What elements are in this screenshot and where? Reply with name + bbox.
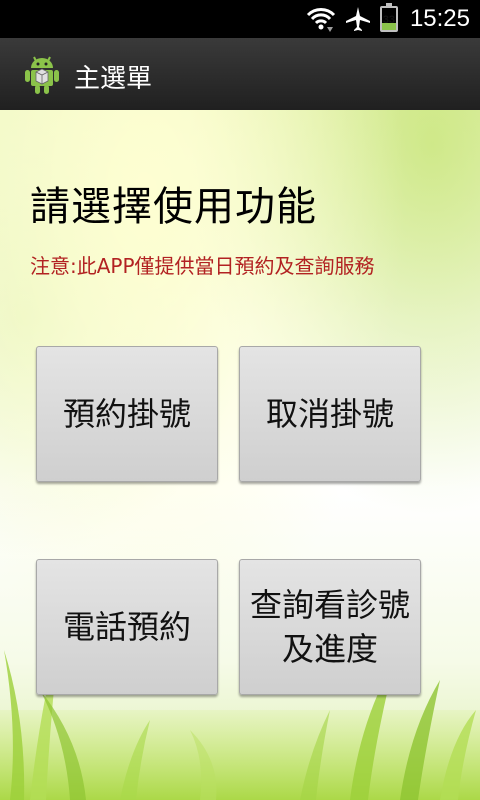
cancel-appointment-button[interactable]: 取消掛號 <box>239 346 421 482</box>
action-bar: 主選單 <box>0 38 480 112</box>
query-progress-button[interactable]: 查詢看診號及進度 <box>239 559 421 695</box>
book-appointment-button[interactable]: 預約掛號 <box>36 346 218 482</box>
battery-level: 33 <box>382 14 396 26</box>
status-bar: 33 15:25 <box>0 0 480 38</box>
phone-appointment-button[interactable]: 電話預約 <box>36 559 218 695</box>
android-app-icon[interactable] <box>22 52 62 96</box>
main-content: 請選擇使用功能 注意:此APP僅提供當日預約及查詢服務 預約掛號 取消掛號 電話… <box>0 110 480 800</box>
status-time: 15:25 <box>409 5 470 32</box>
battery-icon: 33 <box>379 3 398 32</box>
wifi-icon <box>306 8 336 32</box>
page-heading: 請選擇使用功能 <box>30 184 317 230</box>
app-title: 主選單 <box>74 64 153 94</box>
status-icons: 33 15:25 <box>306 0 470 38</box>
service-notice: 注意:此APP僅提供當日預約及查詢服務 <box>30 254 375 278</box>
airplane-mode-icon <box>345 7 370 31</box>
